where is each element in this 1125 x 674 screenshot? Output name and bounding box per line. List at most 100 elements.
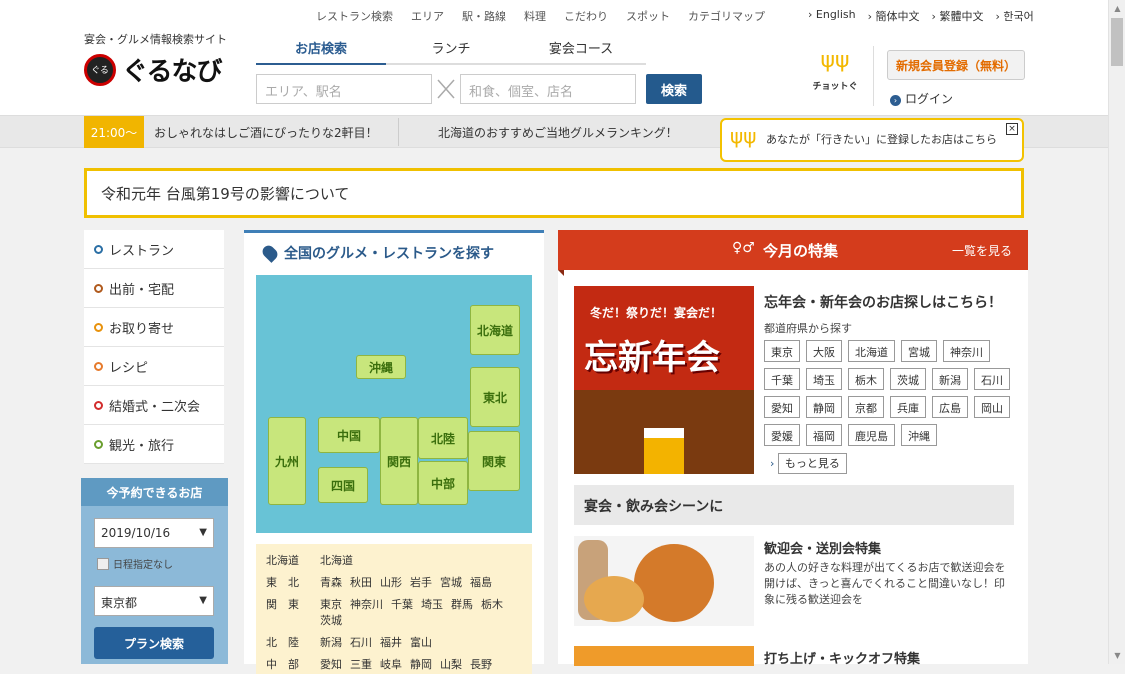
- menu-item-wedding[interactable]: 結婚式・二次会: [84, 386, 224, 425]
- pref-button[interactable]: 新潟: [932, 368, 968, 390]
- pref-button[interactable]: 愛知: [764, 396, 800, 418]
- prefecture-select[interactable]: 東京都 ▼: [94, 586, 214, 616]
- pref-link[interactable]: 千葉: [391, 596, 413, 612]
- pref-link[interactable]: 秋田: [350, 574, 372, 590]
- pref-link[interactable]: 青森: [320, 574, 342, 590]
- kickoff-title[interactable]: 打ち上げ・キックオフ特集: [764, 648, 920, 667]
- pref-link[interactable]: 石川: [350, 634, 372, 650]
- ticker-item-1[interactable]: おしゃれなはしご酒にぴったりな2軒目！: [154, 124, 378, 141]
- pref-button[interactable]: 埼玉: [806, 368, 842, 390]
- menu-item-travel[interactable]: 観光・旅行: [84, 425, 224, 464]
- date-select[interactable]: 2019/10/16 ▼: [94, 518, 214, 548]
- pref-link[interactable]: 新潟: [320, 634, 342, 650]
- topnav-kodawari[interactable]: こだわり: [560, 8, 612, 24]
- area-search-input[interactable]: エリア、駅名: [256, 74, 432, 104]
- popup-text[interactable]: あなたが「行きたい」に登録したお店はこちら: [766, 131, 997, 147]
- pref-link[interactable]: 群馬: [451, 596, 473, 612]
- feature-more-link[interactable]: 一覧を見る: [952, 242, 1012, 259]
- pref-link[interactable]: 長野: [470, 656, 492, 672]
- pref-button[interactable]: 北海道: [848, 340, 895, 362]
- pref-button[interactable]: 石川: [974, 368, 1010, 390]
- topnav-station[interactable]: 駅・路線: [458, 8, 510, 24]
- region-chubu[interactable]: 中部: [418, 461, 468, 505]
- pref-button[interactable]: 岡山: [974, 396, 1010, 418]
- pref-button[interactable]: 広島: [932, 396, 968, 418]
- tab-banquet-course[interactable]: 宴会コース: [516, 38, 646, 65]
- menu-item-delivery[interactable]: 出前・宅配: [84, 269, 224, 308]
- topnav-category-map[interactable]: カテゴリマップ: [684, 8, 769, 24]
- pref-link[interactable]: 福井: [380, 634, 402, 650]
- pref-button[interactable]: 千葉: [764, 368, 800, 390]
- pref-link[interactable]: 愛知: [320, 656, 342, 672]
- search-button[interactable]: 検索: [646, 74, 702, 104]
- more-prefs-link[interactable]: › もっと見る: [764, 452, 853, 474]
- pref-button[interactable]: 静岡: [806, 396, 842, 418]
- topnav-area[interactable]: エリア: [407, 8, 448, 24]
- pref-link[interactable]: 静岡: [410, 656, 432, 672]
- pref-button[interactable]: 沖縄: [901, 424, 937, 446]
- pref-button[interactable]: 福岡: [806, 424, 842, 446]
- topnav-spot[interactable]: スポット: [622, 8, 674, 24]
- scroll-up-icon[interactable]: ▲: [1109, 0, 1125, 17]
- region-kyushu[interactable]: 九州: [268, 417, 306, 505]
- pref-link[interactable]: 山梨: [440, 656, 462, 672]
- pref-button[interactable]: 大阪: [806, 340, 842, 362]
- pref-button[interactable]: 神奈川: [943, 340, 990, 362]
- pref-button[interactable]: 東京: [764, 340, 800, 362]
- pref-link[interactable]: 福島: [470, 574, 492, 590]
- region-hokkaido[interactable]: 北海道: [470, 305, 520, 355]
- tab-shop-search[interactable]: お店検索: [256, 38, 386, 65]
- pref-link[interactable]: 岩手: [410, 574, 432, 590]
- lang-traditional-chinese[interactable]: 繁體中文: [932, 8, 983, 24]
- menu-item-restaurant[interactable]: レストラン: [84, 230, 224, 269]
- region-shikoku[interactable]: 四国: [318, 467, 368, 503]
- pref-link[interactable]: 岐阜: [380, 656, 402, 672]
- login-link[interactable]: › ログイン: [890, 90, 953, 107]
- lang-korean[interactable]: 한국어: [995, 8, 1033, 24]
- pref-link[interactable]: 山形: [380, 574, 402, 590]
- logo[interactable]: 宴会・グルメ情報検索サイト ぐる ぐるなび: [84, 31, 227, 88]
- region-kansai[interactable]: 関西: [380, 417, 418, 505]
- feature-heading[interactable]: 忘年会・新年会のお店探しはこちら！: [764, 292, 1002, 312]
- scroll-down-icon[interactable]: ▼: [1109, 647, 1125, 664]
- menu-item-recipe[interactable]: レシピ: [84, 347, 224, 386]
- lang-english[interactable]: English: [808, 8, 856, 24]
- pref-link[interactable]: 宮城: [440, 574, 462, 590]
- pref-link[interactable]: 東京: [320, 596, 342, 612]
- pref-button[interactable]: 京都: [848, 396, 884, 418]
- lang-simplified-chinese[interactable]: 簡体中文: [868, 8, 920, 24]
- pref-link[interactable]: 神奈川: [350, 596, 383, 612]
- chotto-button[interactable]: ψψ チョットぐ: [810, 48, 860, 92]
- pref-link[interactable]: 栃木: [481, 596, 503, 612]
- close-icon[interactable]: ×: [1006, 123, 1018, 135]
- welcome-party-image[interactable]: [574, 536, 754, 626]
- pref-button[interactable]: 茨城: [890, 368, 926, 390]
- scroll-thumb[interactable]: [1111, 18, 1123, 66]
- pref-button[interactable]: 兵庫: [890, 396, 926, 418]
- region-tohoku[interactable]: 東北: [470, 367, 520, 427]
- bonen-banner[interactable]: 冬だ！祭りだ！宴会だ！ 忘新年会: [574, 286, 754, 474]
- pref-link[interactable]: 茨城: [320, 612, 342, 628]
- scrollbar[interactable]: ▲ ▼: [1108, 0, 1125, 664]
- region-okinawa[interactable]: 沖縄: [356, 355, 406, 379]
- keyword-search-input[interactable]: 和食、個室、店名: [460, 74, 636, 104]
- region-kanto[interactable]: 関東: [468, 431, 520, 491]
- pref-link[interactable]: 埼玉: [421, 596, 443, 612]
- pref-button[interactable]: 愛媛: [764, 424, 800, 446]
- topnav-restaurant[interactable]: レストラン検索: [312, 8, 397, 24]
- welcome-party-title[interactable]: 歓迎会・送別会特集: [764, 538, 881, 557]
- ticker-item-2[interactable]: 北海道のおすすめご当地グルメランキング！: [438, 124, 678, 141]
- register-button[interactable]: 新規会員登録（無料）: [887, 50, 1025, 80]
- plan-search-button[interactable]: プラン検索: [94, 627, 214, 659]
- wishlist-popup[interactable]: ψψ あなたが「行きたい」に登録したお店はこちら ×: [720, 118, 1024, 162]
- region-chugoku[interactable]: 中国: [318, 417, 380, 453]
- topnav-cuisine[interactable]: 料理: [520, 8, 550, 24]
- kickoff-image[interactable]: [574, 646, 754, 666]
- menu-item-otoriyose[interactable]: お取り寄せ: [84, 308, 224, 347]
- pref-button[interactable]: 宮城: [901, 340, 937, 362]
- pref-link[interactable]: 北海道: [320, 552, 353, 568]
- pref-button[interactable]: 鹿児島: [848, 424, 895, 446]
- pref-button[interactable]: 栃木: [848, 368, 884, 390]
- typhoon-notice[interactable]: 令和元年 台風第19号の影響について: [84, 168, 1024, 218]
- region-hokuriku[interactable]: 北陸: [418, 417, 468, 459]
